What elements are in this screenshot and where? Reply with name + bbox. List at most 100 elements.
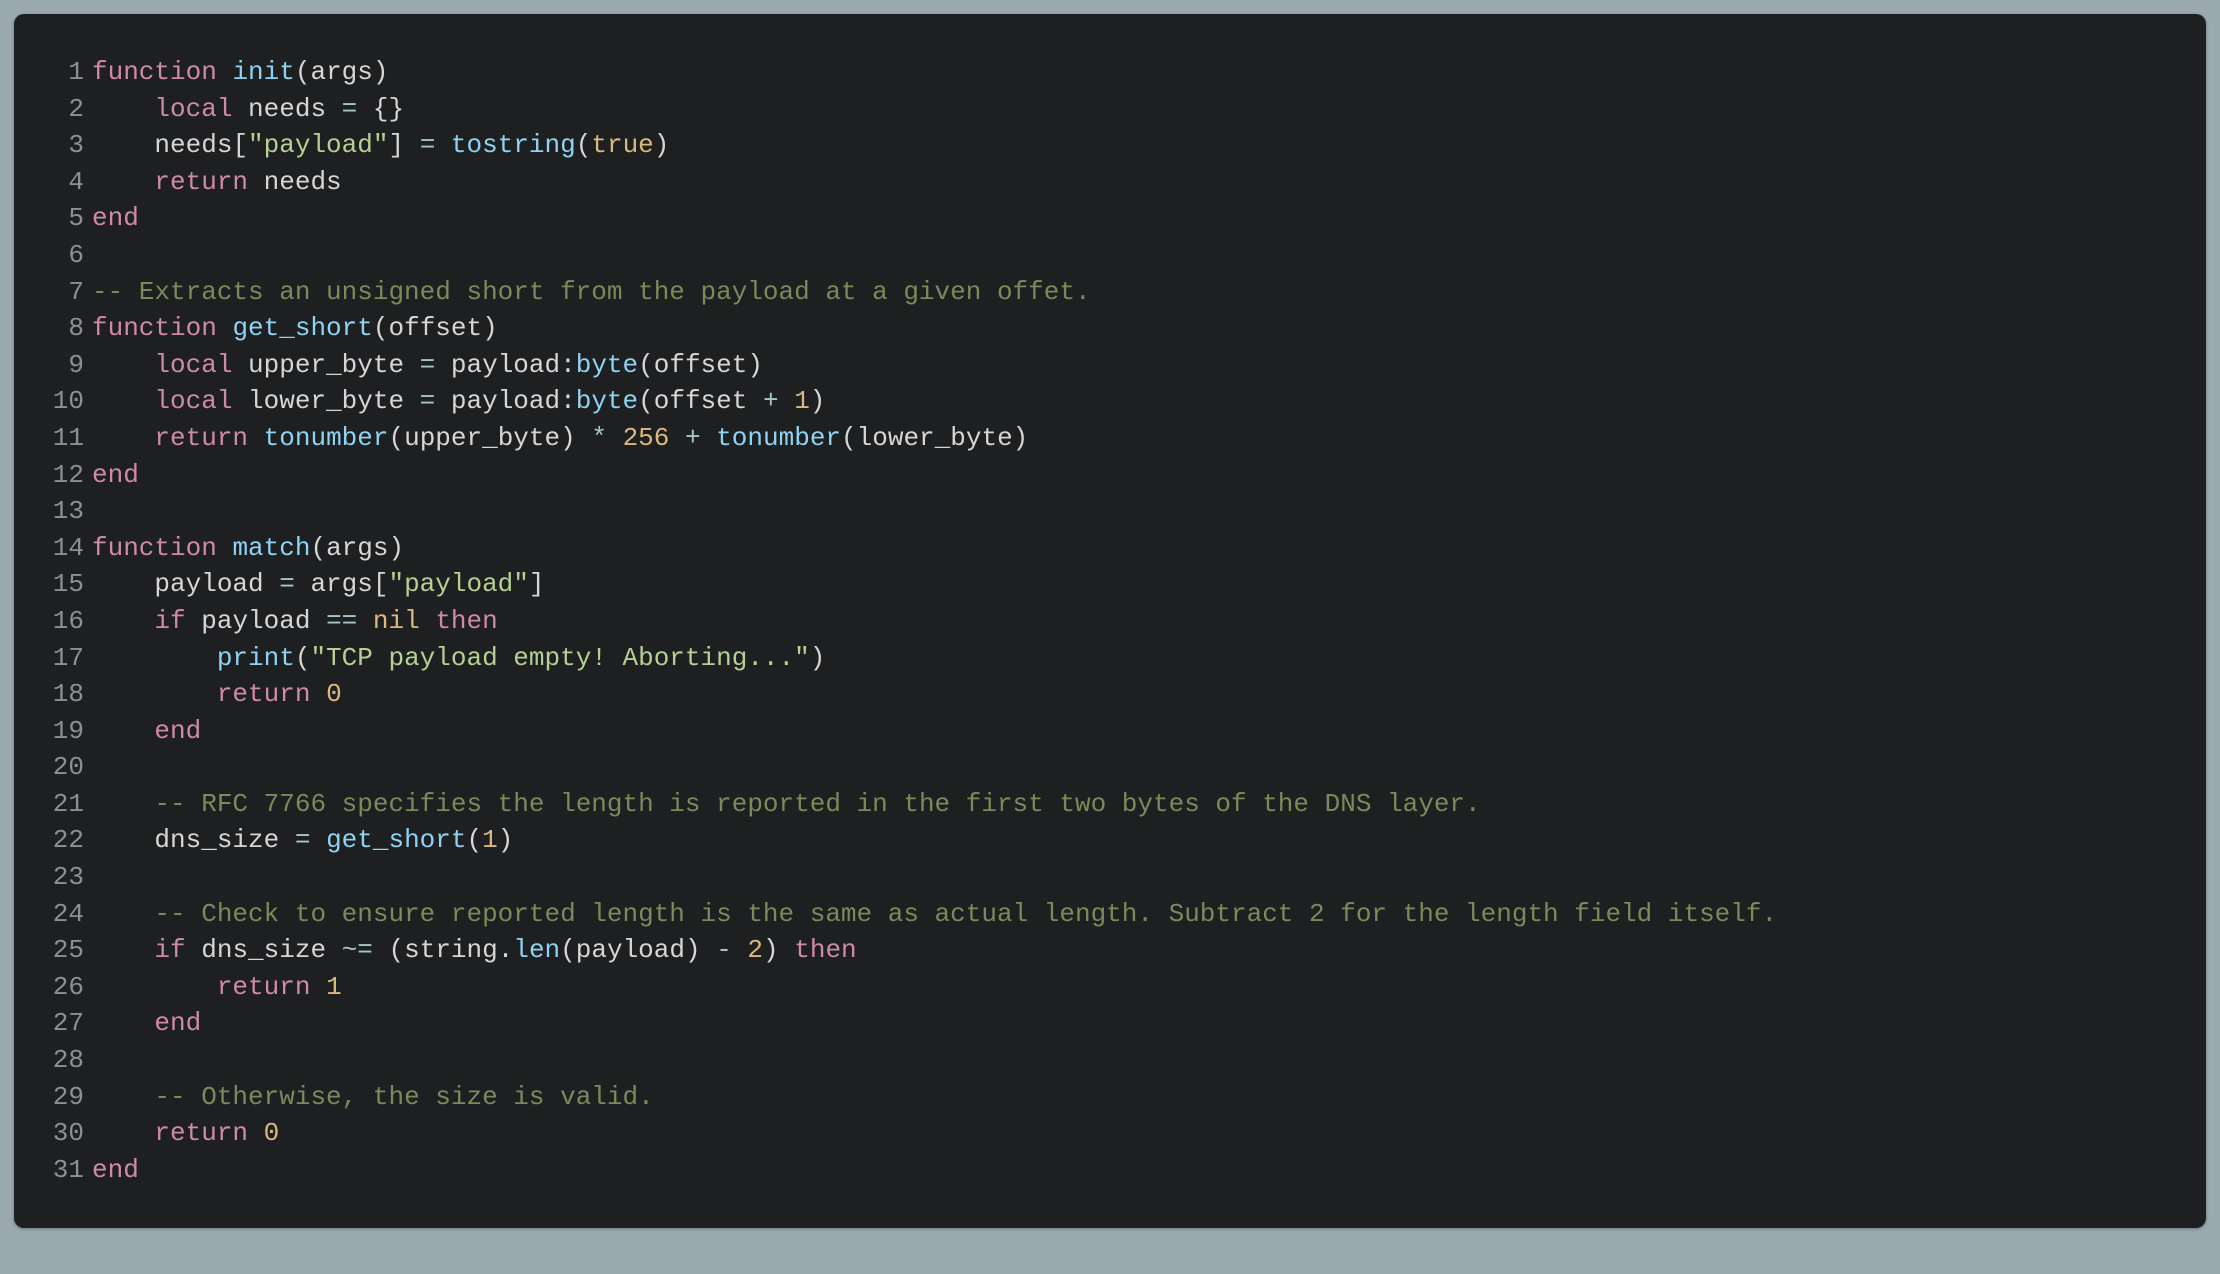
code-line: 28	[34, 1042, 2186, 1079]
code-content: end	[92, 200, 139, 237]
token-ident: payload	[435, 350, 560, 380]
token-kw: function	[92, 533, 217, 563]
token-op: =	[420, 350, 436, 380]
token-fname: len	[513, 935, 560, 965]
line-number: 26	[34, 969, 92, 1006]
token-op: =	[420, 130, 436, 160]
code-content: payload = args["payload"]	[92, 566, 545, 603]
line-number: 25	[34, 932, 92, 969]
token-ident: payload	[435, 386, 560, 416]
code-content: function init(args)	[92, 54, 389, 91]
line-number: 30	[34, 1115, 92, 1152]
token-kw: return	[154, 423, 248, 453]
token-kw: end	[92, 1155, 139, 1185]
token-punc: (	[560, 935, 576, 965]
token-punc: (	[388, 423, 404, 453]
code-content: return 0	[92, 1115, 279, 1152]
token-ident	[357, 94, 373, 124]
code-content	[92, 859, 108, 896]
code-content: if dns_size ~= (string.len(payload) - 2)…	[92, 932, 857, 969]
code-line: 9 local upper_byte = payload:byte(offset…	[34, 347, 2186, 384]
token-ident	[310, 972, 326, 1002]
token-op: +	[685, 423, 701, 453]
token-fname: tostring	[451, 130, 576, 160]
code-content: -- Otherwise, the size is valid.	[92, 1079, 654, 1116]
line-number: 28	[34, 1042, 92, 1079]
token-kw: end	[92, 460, 139, 490]
code-line: 31end	[34, 1152, 2186, 1189]
token-fname: print	[217, 643, 295, 673]
line-number: 19	[34, 713, 92, 750]
token-ident	[92, 679, 217, 709]
token-kw: then	[435, 606, 497, 636]
code-content: return 0	[92, 676, 342, 713]
line-number: 3	[34, 127, 92, 164]
line-number: 5	[34, 200, 92, 237]
token-punc: )	[482, 313, 498, 343]
token-ident	[576, 423, 592, 453]
code-line: 10 local lower_byte = payload:byte(offse…	[34, 383, 2186, 420]
code-line: 8function get_short(offset)	[34, 310, 2186, 347]
code-line: 2 local needs = {}	[34, 91, 2186, 128]
line-number: 17	[34, 640, 92, 677]
token-num: 0	[326, 679, 342, 709]
token-kw: function	[92, 313, 217, 343]
code-line: 5end	[34, 200, 2186, 237]
code-line: 4 return needs	[34, 164, 2186, 201]
code-line: 1function init(args)	[34, 54, 2186, 91]
line-number: 7	[34, 274, 92, 311]
token-kw: return	[154, 1118, 248, 1148]
token-fname: byte	[576, 386, 638, 416]
code-line: 16 if payload == nil then	[34, 603, 2186, 640]
token-ident: needs	[232, 94, 341, 124]
code-line: 26 return 1	[34, 969, 2186, 1006]
code-content: local upper_byte = payload:byte(offset)	[92, 347, 763, 384]
token-ident	[669, 423, 685, 453]
token-ident: args	[310, 57, 372, 87]
token-str: "payload"	[248, 130, 388, 160]
token-str: "TCP payload empty! Aborting..."	[310, 643, 809, 673]
line-number: 21	[34, 786, 92, 823]
line-number: 22	[34, 822, 92, 859]
code-line: 6	[34, 237, 2186, 274]
code-line: 23	[34, 859, 2186, 896]
token-ident	[404, 130, 420, 160]
token-punc: [	[232, 130, 248, 160]
token-op: ~=	[342, 935, 373, 965]
token-kw: return	[217, 972, 311, 1002]
code-content: return tonumber(upper_byte) * 256 + tonu…	[92, 420, 1028, 457]
line-number: 18	[34, 676, 92, 713]
line-number: 31	[34, 1152, 92, 1189]
token-ident	[92, 1082, 154, 1112]
code-line: 29 -- Otherwise, the size is valid.	[34, 1079, 2186, 1116]
code-content: return 1	[92, 969, 342, 1006]
token-punc: )	[747, 350, 763, 380]
token-comment: -- RFC 7766 specifies the length is repo…	[154, 789, 1480, 819]
code-content: -- Extracts an unsigned short from the p…	[92, 274, 1091, 311]
token-punc: )	[498, 825, 514, 855]
token-ident: args	[326, 533, 388, 563]
line-number: 13	[34, 493, 92, 530]
token-ident	[310, 679, 326, 709]
line-number: 15	[34, 566, 92, 603]
token-op: -	[716, 935, 732, 965]
token-punc: )	[763, 935, 779, 965]
token-kw: return	[217, 679, 311, 709]
token-ident: upper_byte	[404, 423, 560, 453]
token-kw: if	[154, 606, 185, 636]
token-num: 2	[747, 935, 763, 965]
token-ident	[92, 899, 154, 929]
line-number: 14	[34, 530, 92, 567]
token-ident	[779, 935, 795, 965]
token-op: =	[342, 94, 358, 124]
token-ident: needs	[92, 130, 232, 160]
token-num: 1	[794, 386, 810, 416]
token-fname: tonumber	[716, 423, 841, 453]
code-content	[92, 1042, 108, 1079]
code-content: -- Check to ensure reported length is th…	[92, 896, 1777, 933]
code-line: 25 if dns_size ~= (string.len(payload) -…	[34, 932, 2186, 969]
code-content	[92, 237, 108, 274]
line-number: 10	[34, 383, 92, 420]
token-ident	[92, 94, 154, 124]
token-num: 0	[264, 1118, 280, 1148]
